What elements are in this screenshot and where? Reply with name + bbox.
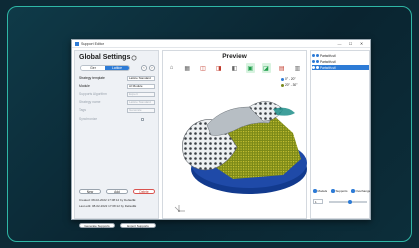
export-supports-button[interactable]: Export Supports bbox=[120, 223, 156, 228]
field-row: Strategy name Lattice Standard bbox=[79, 100, 158, 105]
models-toggle[interactable]: Models bbox=[313, 189, 327, 193]
algorithm-select[interactable]: Expert bbox=[127, 92, 155, 97]
tab-general[interactable]: Ger bbox=[81, 66, 105, 70]
field-label: Strategy name bbox=[79, 100, 101, 104]
supports-toggle[interactable]: Supports bbox=[331, 189, 348, 193]
overhangs-toggle[interactable]: Overhangs bbox=[351, 189, 370, 193]
object-label: Partwith.stl bbox=[320, 59, 336, 64]
layer-select[interactable]: 1 bbox=[313, 199, 323, 204]
tab-lattice[interactable]: Lattice bbox=[105, 66, 129, 70]
field-label: Synchronize bbox=[79, 117, 98, 121]
3d-viewport[interactable] bbox=[163, 51, 308, 220]
close-button[interactable]: ✕ bbox=[356, 40, 367, 48]
refresh-icon[interactable] bbox=[131, 55, 137, 61]
global-settings-panel: Global Settings Ger Lattice ‹ › Strategy… bbox=[74, 50, 159, 228]
field-label: Supports Algorithm bbox=[79, 92, 107, 96]
list-item[interactable]: Partwith.stl bbox=[312, 59, 369, 64]
window-title: Support Editor bbox=[81, 41, 104, 46]
preview-panel: Preview ⌂ ▦ ◫ ◨ ◧ ▣ ◪ ▤ ▥ 0° - 20° 20° -… bbox=[162, 50, 307, 219]
settings-tabs: Ger Lattice bbox=[80, 65, 130, 71]
minimize-button[interactable]: — bbox=[334, 40, 345, 48]
toggle-label: Supports bbox=[335, 189, 348, 193]
next-button[interactable]: › bbox=[149, 65, 155, 71]
field-row: Supports Algorithm Expert bbox=[79, 92, 158, 97]
opacity-slider[interactable] bbox=[329, 199, 367, 204]
support-icon[interactable] bbox=[316, 60, 319, 63]
tags-input[interactable]: Generate bbox=[127, 108, 155, 113]
object-label: Partwith.stl bbox=[320, 53, 336, 58]
field-label: Module bbox=[79, 84, 90, 88]
field-label: Tags bbox=[79, 108, 86, 112]
slider-knob[interactable] bbox=[347, 199, 352, 204]
strategy-name-input[interactable]: Lattice Standard bbox=[127, 100, 155, 105]
toggle-label: Models bbox=[317, 189, 328, 193]
synchronize-checkbox[interactable] bbox=[141, 118, 144, 121]
radio-icon bbox=[351, 189, 355, 193]
object-label: Partwith.stl bbox=[320, 65, 336, 70]
strategy-template-select[interactable]: Lattice Standard bbox=[127, 76, 155, 81]
visibility-icon[interactable] bbox=[312, 60, 315, 63]
new-button[interactable]: New bbox=[79, 189, 101, 194]
field-row: Tags Generate bbox=[79, 108, 158, 113]
field-label: Strategy template bbox=[79, 76, 105, 80]
support-icon[interactable] bbox=[316, 54, 319, 57]
object-list-panel: Partwith.stl Partwith.stl Partwith.stl M… bbox=[310, 50, 370, 219]
field-row: Strategy template Lattice Standard bbox=[79, 76, 158, 81]
radio-icon bbox=[313, 189, 317, 193]
generate-supports-button[interactable]: Generate Supports bbox=[79, 223, 115, 228]
visibility-icon[interactable] bbox=[312, 54, 315, 57]
toggle-label: Overhangs bbox=[355, 189, 371, 193]
edited-info: Last edit: 08-02-2022 17:08:12 by Defaul… bbox=[79, 204, 137, 208]
visibility-icon[interactable] bbox=[312, 66, 315, 69]
panel-title: Global Settings bbox=[79, 54, 131, 61]
created-info: Created: 08-02-2022 17:08:12 by DefaultE bbox=[79, 198, 136, 202]
prev-button[interactable]: ‹ bbox=[141, 65, 147, 71]
module-select[interactable]: AI Module bbox=[127, 84, 155, 89]
list-item-selected[interactable]: Partwith.stl bbox=[312, 65, 369, 70]
field-row: Module AI Module bbox=[79, 84, 158, 89]
app-icon bbox=[75, 41, 79, 46]
radio-icon bbox=[331, 189, 335, 193]
delete-button[interactable]: Delete bbox=[133, 189, 155, 194]
orientation-gizmo bbox=[174, 205, 185, 212]
title-bar: Support Editor — ☐ ✕ bbox=[72, 40, 370, 48]
maximize-button[interactable]: ☐ bbox=[345, 40, 356, 48]
field-row: Synchronize bbox=[79, 117, 158, 122]
list-item[interactable]: Partwith.stl bbox=[312, 53, 369, 58]
support-editor-window: Support Editor — ☐ ✕ Global Settings Ger… bbox=[71, 39, 371, 228]
support-icon[interactable] bbox=[316, 66, 319, 69]
add-button[interactable]: Add bbox=[106, 189, 128, 194]
